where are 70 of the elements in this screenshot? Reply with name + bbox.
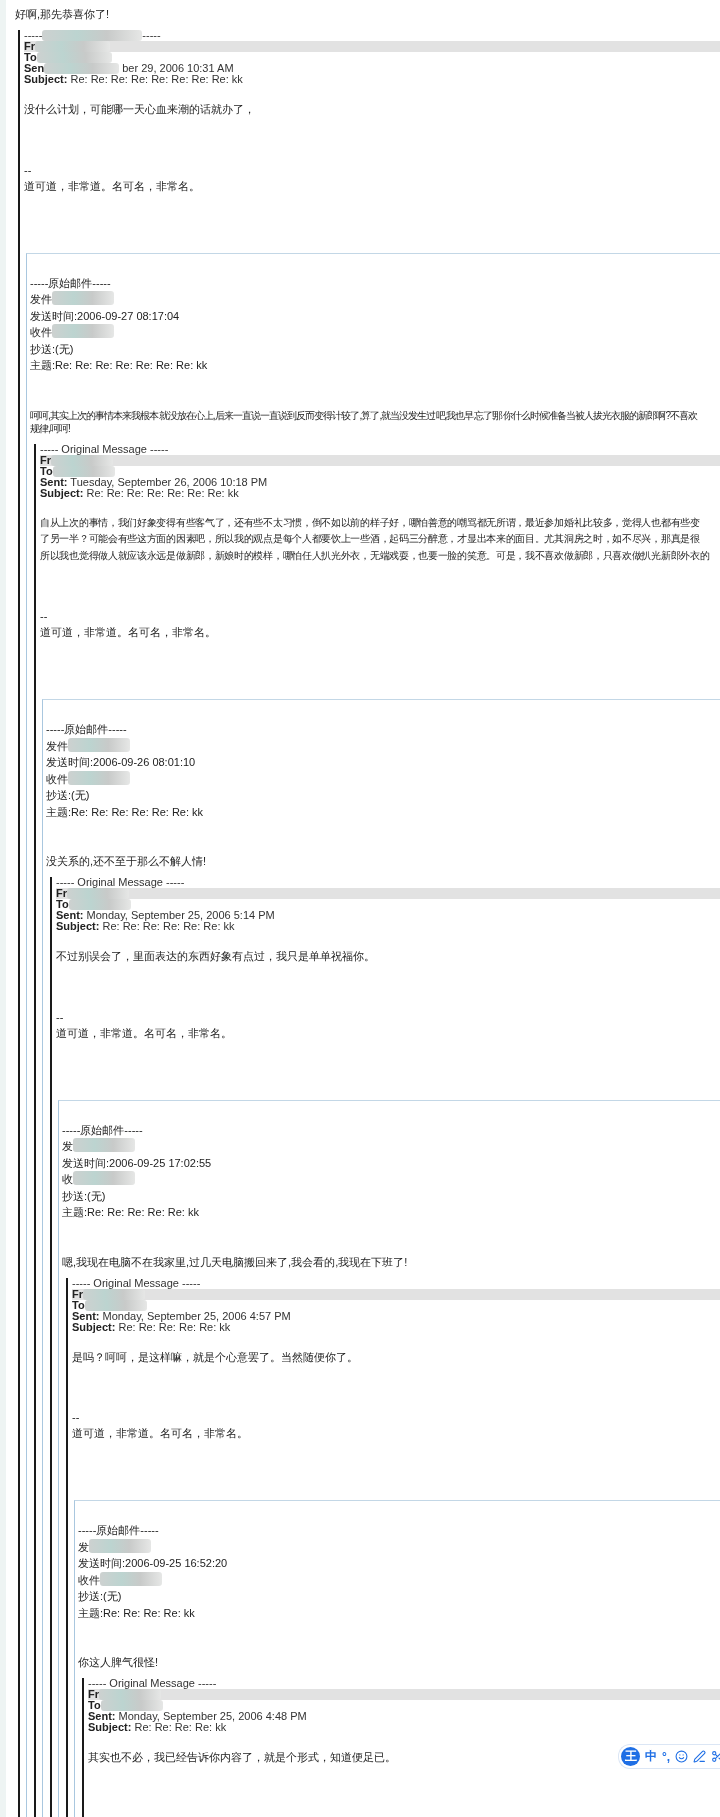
header-line: Subject: Re: Re: Re: Re: Re: Re: kk — [56, 921, 236, 932]
ime-toolbar-item[interactable]: °, — [662, 1749, 671, 1764]
header-line: -----原始邮件----- — [30, 275, 112, 291]
header-line: ----- Original Message ----- — [72, 1277, 202, 1289]
header-line: -----原始邮件----- — [78, 1523, 160, 1538]
header-line: 收 — [62, 1171, 720, 1188]
smiley-icon[interactable] — [675, 1750, 689, 1763]
message-text: 规律,呵呵! — [30, 421, 70, 435]
message-text: 你这人脾气很怪! — [78, 1656, 159, 1669]
header-line: 发送时间:2006-09-25 17:02:55 — [62, 1155, 213, 1171]
header-line: 抄送:(无) — [78, 1589, 123, 1604]
header-line: 发送时间:2006-09-26 08:01:10 — [46, 755, 197, 770]
message-text: 不过别误会了，里面表达的东西好象有点过，我只是单单祝福你。 — [56, 949, 375, 964]
header-line: 抄送:(无) — [30, 341, 75, 357]
header-line: To — [40, 465, 720, 477]
signature-text: -- — [72, 1410, 80, 1425]
signature-text: -- — [40, 609, 48, 624]
message-text: 是吗？呵呵，是这样嘛，就是个心意罢了。当然随便你了。 — [72, 1349, 358, 1365]
header-line: 发送时间:2006-09-27 08:17:04 — [30, 308, 181, 324]
header-line: To — [24, 52, 720, 63]
header-line: To — [56, 899, 720, 910]
message-text: 自从上次的事情，我们好象变得有些客气了，还有些不太习惯，倒不如以前的样子好，哪怕善意的嘲骂都无所谓，最近参加婚礼比较多，觉得人也都有些变 — [40, 515, 700, 530]
header-line: 主题:Re: Re: Re: Re: kk — [78, 1605, 196, 1621]
header-line: 主题:Re: Re: Re: Re: Re: kk — [62, 1205, 200, 1220]
signature-text: 道可道，非常道。名可名，非常名。 — [72, 1426, 248, 1441]
header-line: 发送时间:2006-09-25 16:52:20 — [78, 1556, 229, 1571]
pen-icon[interactable] — [693, 1750, 707, 1763]
message-text: 其实也不必，我已经告诉你内容了，就是个形式，知道便足已。 — [88, 1750, 396, 1765]
header-line: 发 — [62, 1138, 720, 1155]
header-line: Sent: Monday, September 25, 2006 4:48 PM — [88, 1711, 308, 1722]
header-line: 发件 — [30, 291, 720, 308]
header-line: ----- ----- — [24, 30, 162, 41]
header-line: Sent: Tuesday, September 26, 2006 10:18 PM — [40, 476, 269, 488]
header-line: Sen ber 29, 2006 10:31 AM — [24, 63, 235, 74]
header-line: 收件 — [30, 324, 720, 341]
message-text: 呵呵,其实上次的事情本来我根本就没放在心上,后来一直说一直说到反而变得计较了,算了,就当没发生过吧,我也早忘了!那你什么时候准备当被人拔光衣服的新郎啊?不喜欢 — [30, 408, 698, 422]
header-line: Subject: Re: Re: Re: Re: kk — [88, 1722, 227, 1733]
header-line: 收件 — [46, 770, 720, 787]
header-line: Subject: Re: Re: Re: Re: Re: Re: Re: Re: kk — [24, 74, 244, 85]
header-line: -----原始邮件----- — [46, 722, 128, 737]
signature-text: 道可道，非常道。名可名，非常名。 — [40, 625, 216, 640]
header-line: 发 — [78, 1538, 720, 1555]
header-line: ----- Original Message ----- — [40, 443, 170, 455]
header-line: 抄送:(无) — [62, 1188, 107, 1204]
header-line: ----- Original Message ----- — [88, 1678, 218, 1689]
header-line: 收件 — [78, 1571, 720, 1588]
ime-toolbar-item[interactable]: 中 — [645, 1748, 657, 1765]
message-text: 没关系的,还不至于那么不解人情! — [46, 855, 207, 868]
header-line: 主题:Re: Re: Re: Re: Re: Re: Re: kk — [30, 358, 209, 373]
message-text: 好啊,那先恭喜你了! — [15, 7, 111, 22]
signature-text: -- — [56, 1009, 64, 1025]
header-line: To — [88, 1700, 720, 1711]
signature-text: -- — [24, 162, 32, 178]
message-text: 没什么计划，可能哪一天心血来潮的话就办了， — [24, 102, 255, 117]
header-line: To — [72, 1299, 720, 1311]
signature-text: 道可道，非常道。名可名，非常名。 — [56, 1025, 232, 1041]
header-line: Subject: Re: Re: Re: Re: Re: Re: Re: kk — [40, 487, 240, 499]
message-text: 嗯,我现在电脑不在我家里,过几天电脑搬回来了,我会看的,我现在下班了! — [62, 1255, 408, 1269]
signature-text: 道可道，非常道。名可名，非常名。 — [24, 178, 200, 194]
ime-logo[interactable]: 王 — [621, 1747, 640, 1766]
header-line: Subject: Re: Re: Re: Re: Re: kk — [72, 1321, 232, 1333]
header-line: ----- Original Message ----- — [56, 877, 186, 888]
message-text: 所以我也觉得做人就应该永远是做新郎，新娘时的模样，哪怕任人扒光外衣，无端戏耍，也要一脸的笑意。可是，我不喜欢做新郎，只喜欢做扒光新郎外衣的 — [40, 548, 710, 563]
message-text: 了另一半？可能会有些这方面的因素吧，所以我的观点是每个人都要饮上一些酒，起码三分醉意，才显出本来的面目。尤其洞房之时，如不尽兴，那真是很 — [40, 532, 700, 546]
header-line: 主题:Re: Re: Re: Re: Re: Re: kk — [46, 804, 205, 820]
header-line: Sent: Monday, September 25, 2006 5:14 PM — [56, 910, 276, 921]
header-line: 发件 — [46, 737, 720, 754]
header-line: 抄送:(无) — [46, 788, 91, 803]
header-line: Sent: Monday, September 25, 2006 4:57 PM — [72, 1310, 292, 1322]
header-line: -----原始邮件----- — [62, 1122, 144, 1138]
